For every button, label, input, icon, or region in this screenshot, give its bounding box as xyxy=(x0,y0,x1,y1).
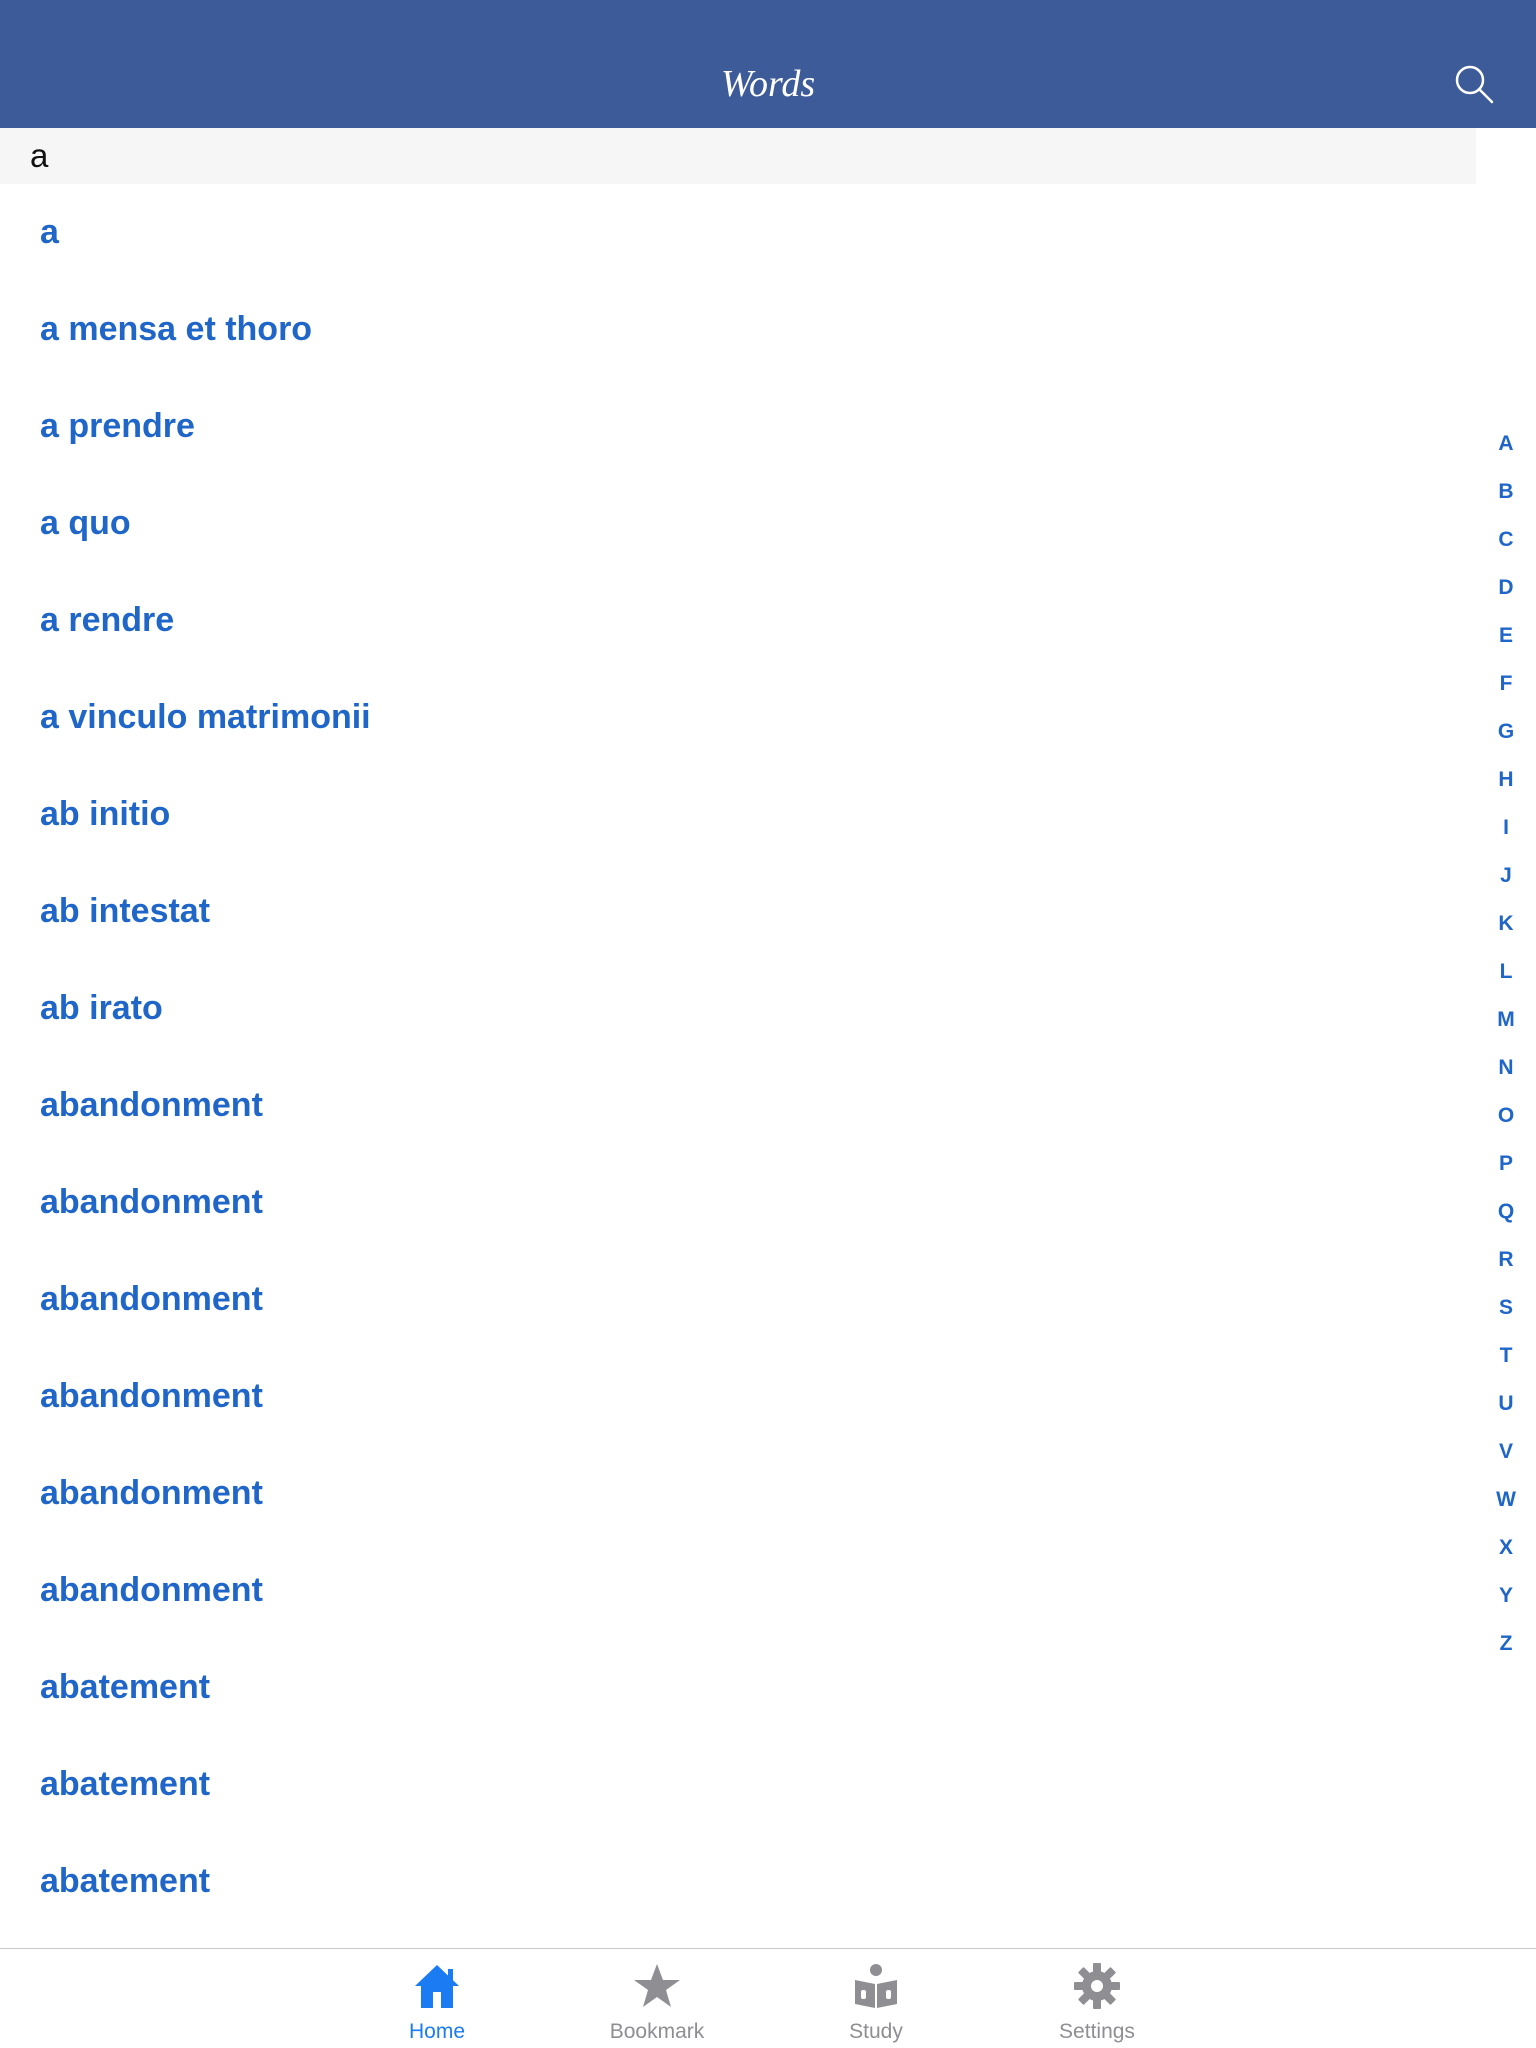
index-letter-p[interactable]: P xyxy=(1476,1140,1536,1188)
word-list-item[interactable]: a xyxy=(0,184,1476,281)
word-list-item[interactable]: abandonment xyxy=(0,1445,1476,1542)
tab-bookmark-label: Bookmark xyxy=(609,2020,705,2043)
word-list-item[interactable]: abandonment xyxy=(0,1251,1476,1348)
index-letter-r[interactable]: R xyxy=(1476,1236,1536,1284)
word-list-item[interactable]: a rendre xyxy=(0,572,1476,669)
index-letter-a[interactable]: A xyxy=(1476,420,1536,468)
word-list-item[interactable]: ab irato xyxy=(0,960,1476,1057)
index-letter-q[interactable]: Q xyxy=(1476,1188,1536,1236)
word-list-item[interactable]: a vinculo matrimonii xyxy=(0,669,1476,766)
word-list-item[interactable]: abatement xyxy=(0,1833,1476,1930)
index-letter-c[interactable]: C xyxy=(1476,516,1536,564)
tab-home-label: Home xyxy=(408,2020,466,2043)
word-list-item[interactable]: ab intestat xyxy=(0,863,1476,960)
tab-bookmark[interactable]: Bookmark xyxy=(567,1949,747,2048)
index-letter-o[interactable]: O xyxy=(1476,1092,1536,1140)
index-letter-s[interactable]: S xyxy=(1476,1284,1536,1332)
word-list-item[interactable]: abandonment xyxy=(0,1154,1476,1251)
index-letter-e[interactable]: E xyxy=(1476,612,1536,660)
word-list-item[interactable]: a quo xyxy=(0,475,1476,572)
word-list-item[interactable]: abandonment xyxy=(0,1057,1476,1154)
tab-study[interactable]: Study xyxy=(786,1949,966,2048)
word-list-item[interactable]: a mensa et thoro xyxy=(0,281,1476,378)
index-letter-y[interactable]: Y xyxy=(1476,1572,1536,1620)
index-letter-i[interactable]: I xyxy=(1476,804,1536,852)
index-letter-l[interactable]: L xyxy=(1476,948,1536,996)
star-icon xyxy=(634,1964,680,2007)
app-window: Words a aa mensa et thoro a prendre a quo a… xyxy=(0,0,1536,2048)
word-list-item[interactable]: abandonment xyxy=(0,1348,1476,1445)
word-list-item[interactable]: abandonment xyxy=(0,1542,1476,1639)
tab-home[interactable]: Home xyxy=(347,1949,527,2048)
navigation-bar: Words xyxy=(0,0,1536,128)
word-list-item[interactable]: abatement xyxy=(0,1736,1476,1833)
index-letter-u[interactable]: U xyxy=(1476,1380,1536,1428)
alphabet-index: ABCDEFGHIJKLMNOPQRSTUVWXYZ xyxy=(1476,420,1536,1668)
index-letter-h[interactable]: H xyxy=(1476,756,1536,804)
home-icon xyxy=(415,1965,459,2008)
index-letter-b[interactable]: B xyxy=(1476,468,1536,516)
index-letter-j[interactable]: J xyxy=(1476,852,1536,900)
index-letter-f[interactable]: F xyxy=(1476,660,1536,708)
word-list: aa mensa et thoro a prendre a quo a rendre a… xyxy=(0,184,1476,1948)
word-list-item[interactable]: abatement xyxy=(0,1639,1476,1736)
tab-study-label: Study xyxy=(849,2020,903,2043)
index-letter-x[interactable]: X xyxy=(1476,1524,1536,1572)
search-button[interactable] xyxy=(1446,56,1502,112)
index-letter-g[interactable]: G xyxy=(1476,708,1536,756)
index-letter-n[interactable]: N xyxy=(1476,1044,1536,1092)
index-letter-z[interactable]: Z xyxy=(1476,1620,1536,1668)
word-list-item[interactable]: a prendre xyxy=(0,378,1476,475)
index-letter-w[interactable]: W xyxy=(1476,1476,1536,1524)
tab-settings[interactable]: Settings xyxy=(1007,1949,1187,2048)
section-header-label: a xyxy=(30,137,49,174)
study-icon xyxy=(855,1964,897,2008)
index-letter-m[interactable]: M xyxy=(1476,996,1536,1044)
index-letter-v[interactable]: V xyxy=(1476,1428,1536,1476)
index-letter-k[interactable]: K xyxy=(1476,900,1536,948)
page-title: Words xyxy=(720,63,816,105)
index-letter-d[interactable]: D xyxy=(1476,564,1536,612)
tab-bar: Home Bookmark Study Settings xyxy=(0,1948,1536,2048)
word-list-item[interactable]: ab initio xyxy=(0,766,1476,863)
gear-icon xyxy=(1074,1963,1120,2009)
index-letter-t[interactable]: T xyxy=(1476,1332,1536,1380)
search-icon xyxy=(1455,65,1494,104)
tab-settings-label: Settings xyxy=(1059,2020,1135,2043)
section-header: a xyxy=(0,128,1476,184)
